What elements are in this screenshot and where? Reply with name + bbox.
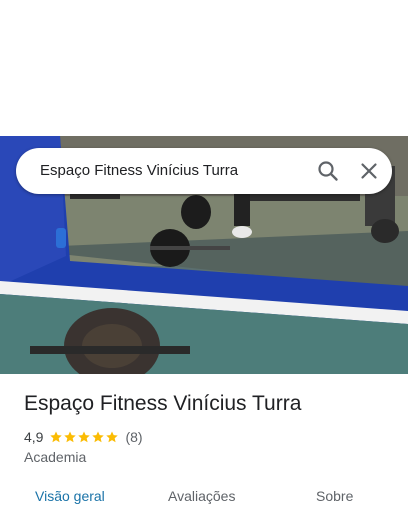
tab-reviews[interactable]: Avaliações <box>168 488 235 504</box>
star-icon <box>106 431 119 443</box>
star-icon <box>50 431 63 443</box>
star-icon <box>78 431 91 443</box>
star-icon <box>92 431 105 443</box>
place-category: Academia <box>24 449 87 465</box>
star-rating <box>49 430 119 444</box>
place-title: Espaço Fitness Vinícius Turra <box>24 392 302 415</box>
close-icon[interactable] <box>357 159 381 183</box>
tab-overview[interactable]: Visão geral <box>35 488 105 504</box>
search-icon[interactable] <box>316 159 340 183</box>
top-blank-area <box>0 0 408 136</box>
tab-about[interactable]: Sobre <box>316 488 353 504</box>
star-icon <box>64 431 77 443</box>
place-tabs: Visão geral Avaliações Sobre <box>0 480 408 510</box>
search-query-text[interactable]: Espaço Fitness Vinícius Turra <box>40 148 238 194</box>
review-count[interactable]: (8) <box>125 429 142 445</box>
search-bar[interactable]: Espaço Fitness Vinícius Turra <box>16 148 392 194</box>
rating-row[interactable]: 4,9 (8) <box>24 428 143 446</box>
rating-value: 4,9 <box>24 429 44 445</box>
